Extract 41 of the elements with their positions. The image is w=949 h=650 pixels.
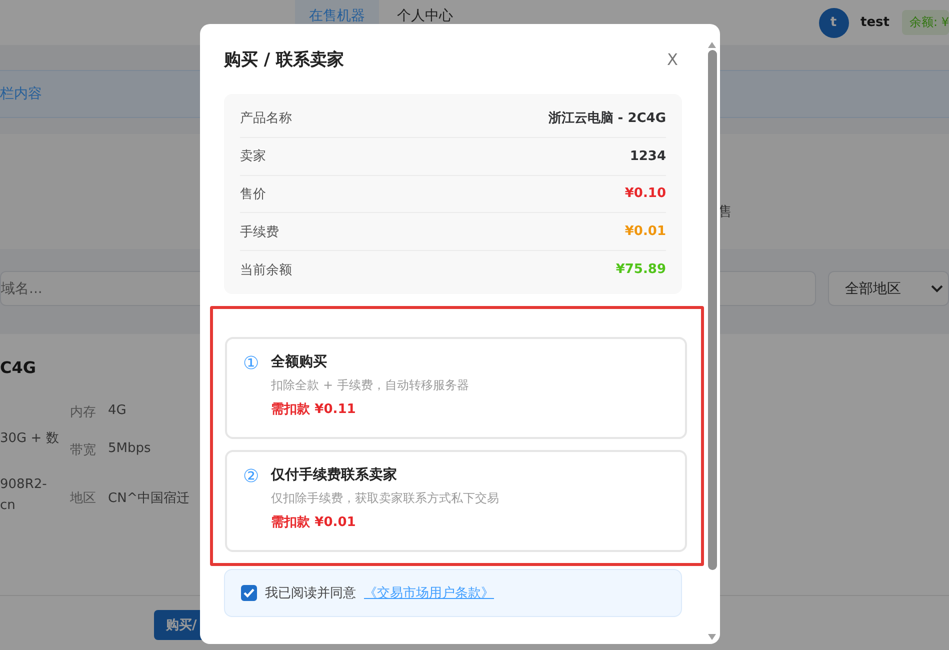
region-select[interactable]: 全部地区 <box>828 271 949 306</box>
detail-label: 手续费 <box>240 224 279 241</box>
spec-label: 带宽 <box>70 442 96 459</box>
detail-label: 售价 <box>240 186 266 203</box>
spec-value: 30G + 数 <box>0 430 60 447</box>
spec-value: 4G <box>108 403 126 420</box>
close-button[interactable]: X <box>661 48 684 70</box>
agreement-text: 我已阅读并同意 <box>265 585 356 602</box>
option-title: 全额购买 <box>271 353 328 371</box>
user-name: test <box>860 15 890 30</box>
spec-value: cn <box>0 498 16 513</box>
option-card[interactable]: ② 仅付手续费联系卖家 仅扣除手续费，获取卖家联系方式私下交易 需扣款 ¥0.01 <box>225 450 687 552</box>
terms-link[interactable]: 《交易市场用户条款》 <box>364 584 494 602</box>
option-charge: 需扣款 ¥0.01 <box>271 514 357 531</box>
user-avatar[interactable]: t <box>818 8 849 38</box>
detail-label: 当前余额 <box>240 262 292 279</box>
option-number: ① <box>243 353 260 376</box>
option-title: 仅付手续费联系卖家 <box>271 466 398 484</box>
nav-tab[interactable]: 个人中心 <box>383 0 467 32</box>
spec-label: 内存 <box>70 404 96 421</box>
detail-value: ¥0.10 <box>624 186 666 202</box>
detail-value: 浙江云电脑 - 2C4G <box>548 110 666 128</box>
server-title: C4G <box>0 358 36 377</box>
spec-value: 908R2- <box>0 477 48 492</box>
option-number: ② <box>243 466 260 489</box>
option-charge: 需扣款 ¥0.11 <box>271 401 357 418</box>
stat-label: 售 <box>718 202 732 220</box>
balance-badge: 余额: ¥ <box>902 10 949 35</box>
detail-label: 产品名称 <box>240 110 292 128</box>
option-card[interactable]: ① 全额购买 扣除全款 + 手续费，自动转移服务器 需扣款 ¥0.11 <box>225 337 687 439</box>
spec-value: 5Mbps <box>108 441 151 458</box>
option-description: 扣除全款 + 手续费，自动转移服务器 <box>271 377 469 394</box>
detail-value: ¥0.01 <box>624 224 666 240</box>
spec-label: 地区 <box>70 490 96 507</box>
option-description: 仅扣除手续费，获取卖家联系方式私下交易 <box>271 490 500 507</box>
spec-value: CN^中国宿迁 <box>108 490 190 507</box>
dialog-title: 购买 / 联系卖家 <box>224 48 344 70</box>
notice-text: 栏内容 <box>0 85 42 103</box>
detail-value: ¥75.89 <box>616 262 666 278</box>
detail-label: 卖家 <box>240 148 266 166</box>
detail-value: 1234 <box>630 148 666 164</box>
